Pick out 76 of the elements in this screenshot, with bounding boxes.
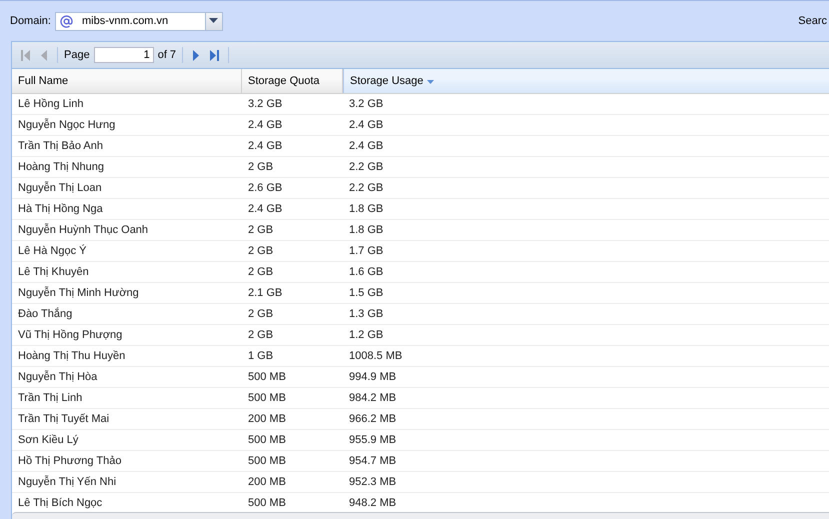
table-cell-text: 2.6 GB [247,181,284,196]
table-cell-text: 2 GB [247,160,274,175]
table-cell-text: Lê Thị Bích Ngọc [17,496,104,511]
domain-select[interactable]: mibs-vnm.com.vn [54,12,223,30]
previous-page-icon [41,50,48,60]
table-cell-text: 1.8 GB [348,223,384,238]
at-sign-icon [60,14,73,28]
column-header[interactable]: Storage Usage [343,69,829,93]
table-cell-text: Vũ Thị Hồng Phượng [17,328,124,343]
table-cell-text: Hoàng Thị Thu Huyền [17,349,126,364]
table-cell-text: 2.1 GB [247,286,284,301]
table-cell-text: 2.2 GB [348,160,384,175]
table-cell-text: Lê Hồng Linh [17,97,84,112]
table-cell-text: 966.2 MB [348,412,398,427]
table-cell-text: 500 MB [247,433,287,448]
page-number-field[interactable]: 1 [94,47,154,63]
table-cell-text: 952.3 MB [348,475,398,490]
next-page-icon [192,50,200,60]
table-cell-text: 2.2 GB [348,181,384,196]
table-cell-text: Hồ Thị Phương Thảo [17,454,122,469]
table-cell-text: 200 MB [247,412,287,427]
table-cell-text: Đào Thắng [17,306,74,322]
table-cell-text: 1 GB [247,349,274,364]
table-cell-text: 2.4 GB [348,139,384,154]
table-cell-text: 1.7 GB [348,244,384,259]
table-cell-text: Nguyễn Ngọc Hưng [17,118,116,133]
table-cell-text: 2.4 GB [247,202,284,217]
table-cell-text: 2.4 GB [247,118,284,133]
page-count: of 7 [158,49,176,61]
table-cell-text: 955.9 MB [348,433,398,448]
first-page-icon [21,50,31,60]
table-cell-text: 2 GB [247,223,274,238]
table-cell-text: 500 MB [247,370,287,385]
table-cell-text: 1.8 GB [348,202,384,217]
table-cell-text: 500 MB [247,391,287,406]
table-cell-text: 200 MB [247,475,287,490]
table-cell-text: 2 GB [247,307,274,322]
table-cell-text: Nguyễn Thị Minh Hường [17,286,140,301]
table-cell-text: 2 GB [247,265,274,280]
domain-label: Domain: [10,15,51,27]
table-cell-text: 994.9 MB [348,370,398,385]
column-header[interactable]: Full Name [12,69,242,93]
last-page-icon [209,50,220,60]
horizontal-scrollbar[interactable] [12,512,829,519]
table-cell-text: Lê Thị Khuyên [17,265,90,280]
table-cell-text: 948.2 MB [348,496,398,511]
table-cell-text: Nguyễn Huỳnh Thục Oanh [17,222,150,238]
table-cell-text: 1.6 GB [348,265,384,280]
table-cell-text: 2.4 GB [247,139,284,154]
table-cell-text: Sơn Kiều Lý [17,433,80,448]
table-cell-text: Nguyễn Thị Loan [17,180,103,196]
table-cell-text: Hà Thị Hồng Nga [17,202,104,217]
table-cell-text: Hoàng Thị Nhung [17,160,106,175]
table-cell-text: 3.2 GB [348,97,384,112]
table-cell-text: Lê Hà Ngọc Ý [17,244,88,259]
table-cell-text: Trần Thị Bảo Anh [17,139,104,154]
table-cell-text: 2.4 GB [348,118,384,133]
table-cell-text: Trần Thị Linh [17,391,84,406]
search-label: Searc [798,15,827,27]
sort-descending-icon [427,80,434,84]
table-cell-text: Nguyễn Thị Yến Nhi [17,474,118,490]
table-cell-text: 1008.5 MB [348,349,404,364]
table-cell-text: 2 GB [247,328,274,343]
table-cell-text: 500 MB [247,496,287,511]
table-cell-text: 2 GB [247,244,274,259]
table-cell-text: 3.2 GB [247,97,284,112]
dropdown-arrow-icon [209,18,218,24]
table-cell-text: 954.7 MB [348,454,398,469]
table-cell-text: 984.2 MB [348,391,398,406]
table-cell-text: 1.3 GB [348,307,384,322]
table-cell-text: 1.5 GB [348,286,384,301]
table-cell-text: 500 MB [247,454,287,469]
table-cell-text: 1.2 GB [348,328,384,343]
table-cell-text: Nguyễn Thị Hòa [17,370,98,385]
table-cell-text: Trần Thị Tuyết Mai [17,412,110,427]
page-label: Page [64,49,90,61]
